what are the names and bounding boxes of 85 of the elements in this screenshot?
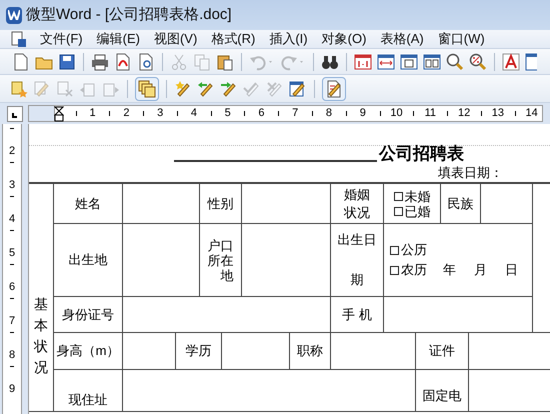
menu-item[interactable]: 插入(I) — [269, 29, 308, 49]
field-label: 身高（m） — [56, 342, 120, 360]
left-arrow-pencil-icon[interactable] — [197, 80, 215, 98]
ruler-number: 6 — [257, 106, 266, 121]
ruler-number: 4 — [190, 106, 198, 121]
stacked-pages-icon[interactable] — [138, 80, 156, 98]
field-label: 固定电 — [422, 387, 462, 405]
document-title: 公司招聘表 — [379, 144, 464, 164]
field-label: 姓名 — [75, 194, 101, 213]
field-label: 学历 — [186, 342, 212, 360]
ruler-number: 10 — [389, 106, 404, 121]
star-pencil-icon[interactable] — [174, 80, 192, 98]
field-label: 职称 — [297, 342, 323, 360]
ruler-number: 12 — [456, 106, 472, 121]
ruler-number: 2 — [8, 144, 16, 158]
date-unit-label: 日 — [505, 261, 518, 279]
menu-item[interactable]: 对象(O) — [322, 29, 366, 49]
ruler-number: 5 — [224, 106, 232, 121]
ruler-number: 6 — [8, 280, 16, 294]
save-icon[interactable] — [58, 52, 76, 70]
ruler-number: 8 — [8, 348, 16, 362]
ruler-number: 11 — [424, 106, 437, 121]
ruler-number: 2 — [122, 106, 130, 121]
field-label: 性别 — [208, 194, 234, 213]
font-icon[interactable] — [502, 52, 520, 70]
clipboard-icon[interactable] — [216, 52, 234, 70]
field-label: 手 机 — [342, 306, 372, 324]
field-label: 出生日期 — [338, 231, 376, 289]
date-unit-label: 月 — [474, 261, 487, 279]
option-label: 农历 — [401, 261, 427, 279]
ruler-number: 9 — [358, 106, 367, 121]
field-label: 婚姻状况 — [342, 186, 371, 222]
option-label: 未婚 — [404, 188, 430, 204]
checkbox[interactable] — [394, 192, 402, 200]
window-title: 微型Word - [公司招聘表格.doc] — [26, 4, 232, 25]
pdf-icon[interactable] — [114, 52, 132, 70]
menu-item[interactable]: 编辑(E) — [96, 29, 140, 49]
ruler-number: 7 — [291, 106, 300, 121]
page-width-icon[interactable] — [377, 52, 395, 70]
option-label: 已婚 — [404, 204, 430, 218]
document-pencil-icon[interactable] — [325, 80, 343, 98]
menu-item[interactable]: 视图(V) — [154, 29, 198, 49]
zoom-percent-icon[interactable] — [469, 52, 487, 70]
field-label: 证件 — [429, 342, 455, 360]
checkbox[interactable] — [390, 246, 399, 254]
field-label: 身份证号 — [62, 306, 114, 324]
checkbox[interactable] — [394, 206, 402, 216]
ruler-number: 8 — [324, 106, 334, 121]
ruler-number: 5 — [8, 246, 16, 260]
field-label: 户口所在地 — [208, 238, 234, 282]
date-unit-label: 年 — [443, 261, 456, 279]
ruler-number: 13 — [490, 106, 505, 121]
single-page-icon[interactable] — [400, 52, 418, 70]
right-arrow-pencil-icon[interactable] — [220, 80, 238, 98]
menu-item[interactable]: 格式(R) — [211, 29, 256, 49]
menu-item[interactable]: 窗口(W) — [438, 29, 485, 49]
ruler-number: 9 — [8, 382, 16, 396]
magnifier-icon[interactable] — [446, 52, 464, 70]
new-file-icon[interactable] — [12, 52, 30, 70]
app-logo-icon — [6, 6, 22, 24]
ruler-number: 3 — [156, 106, 164, 121]
print-icon[interactable] — [91, 52, 109, 70]
print-preview-icon[interactable] — [137, 52, 155, 70]
ruler-number: 14 — [524, 106, 539, 121]
two-pages-icon[interactable] — [423, 52, 441, 70]
form-pencil-icon[interactable] — [289, 80, 307, 98]
field-label: 民族 — [448, 194, 474, 213]
indent-marker[interactable] — [54, 106, 64, 122]
field-label: 现住址 — [68, 391, 108, 409]
option-label: 公历 — [401, 241, 427, 259]
checkbox[interactable] — [390, 266, 399, 274]
fill-date-label: 填表日期： — [438, 164, 503, 182]
menu-item[interactable]: 表格(A) — [380, 29, 424, 49]
new-note-icon[interactable] — [10, 80, 28, 98]
ruler-number: 4 — [8, 212, 16, 226]
ruler-number: 1 — [88, 106, 97, 121]
field-label: 出生地 — [68, 251, 108, 270]
ruler-number: 3 — [8, 178, 16, 192]
ruler-number: 7 — [8, 314, 16, 328]
format-icon[interactable] — [525, 52, 537, 70]
document-menu-icon[interactable] — [10, 31, 26, 47]
section-label: 基本状况 — [34, 295, 48, 377]
tab-stop-button[interactable] — [7, 106, 23, 122]
menu-item[interactable]: 文件(F) — [40, 29, 83, 49]
actual-size-icon[interactable] — [354, 52, 372, 70]
